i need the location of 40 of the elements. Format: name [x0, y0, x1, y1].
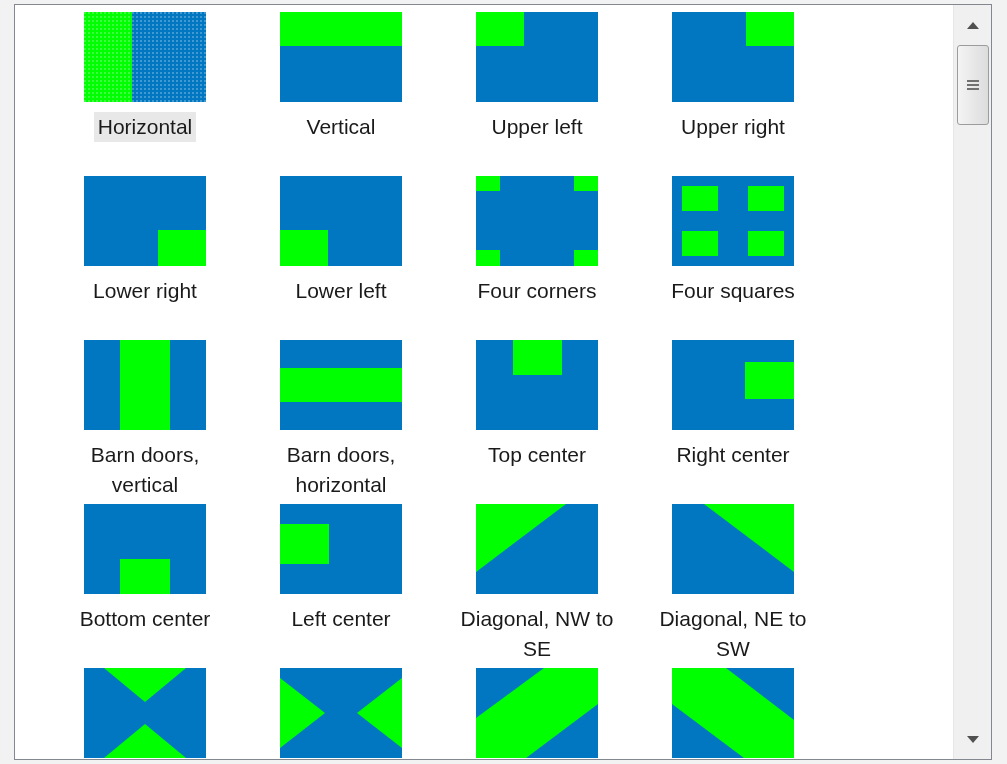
- item-label: Right center: [675, 442, 791, 468]
- down-arrow-icon: [966, 735, 979, 743]
- pattern-thumbnail[interactable]: [280, 176, 402, 266]
- pattern-thumbnail[interactable]: [672, 668, 794, 758]
- pattern-thumbnail[interactable]: [672, 504, 794, 594]
- item-label: Top center: [486, 442, 588, 468]
- pattern-thumbnail[interactable]: [84, 12, 206, 102]
- item-label: Left center: [290, 606, 392, 632]
- item-label: Bottom center: [78, 606, 212, 632]
- item-label: Four corners: [476, 278, 598, 304]
- pattern-thumbnail[interactable]: [672, 12, 794, 102]
- pattern-thumbnail[interactable]: [476, 176, 598, 266]
- item-label: Lower left: [294, 278, 388, 304]
- pattern-thumbnail[interactable]: [84, 340, 206, 430]
- up-arrow-icon: [966, 21, 979, 29]
- grip-icon: [966, 80, 979, 90]
- pattern-thumbnail[interactable]: [280, 12, 402, 102]
- item-label: Horizontal: [93, 112, 197, 142]
- item-label: Diagonal, NW to SE: [459, 606, 615, 662]
- pattern-thumbnail[interactable]: [476, 12, 598, 102]
- pattern-thumbnail[interactable]: [476, 668, 598, 758]
- item-label: Barn doors, vertical: [89, 442, 201, 498]
- pattern-thumbnail[interactable]: [672, 176, 794, 266]
- item-label: Upper left: [490, 114, 584, 140]
- pattern-thumbnail[interactable]: [84, 668, 206, 758]
- item-label: Barn doors, horizontal: [285, 442, 397, 498]
- item-label: Diagonal, NE to SW: [658, 606, 808, 662]
- pattern-thumbnail[interactable]: [280, 668, 402, 758]
- pattern-thumbnail[interactable]: [280, 340, 402, 430]
- pattern-thumbnail[interactable]: [280, 504, 402, 594]
- pattern-thumbnail[interactable]: [84, 504, 206, 594]
- pattern-thumbnail[interactable]: [672, 340, 794, 430]
- pattern-thumbnail[interactable]: [476, 504, 598, 594]
- pattern-thumbnail[interactable]: [476, 340, 598, 430]
- item-label: Four squares: [670, 278, 796, 304]
- item-label: Upper right: [680, 114, 786, 140]
- item-label: Vertical: [305, 114, 377, 140]
- scroll-thumb[interactable]: [956, 45, 989, 125]
- pattern-thumbnail[interactable]: [84, 176, 206, 266]
- item-label: Lower right: [92, 278, 198, 304]
